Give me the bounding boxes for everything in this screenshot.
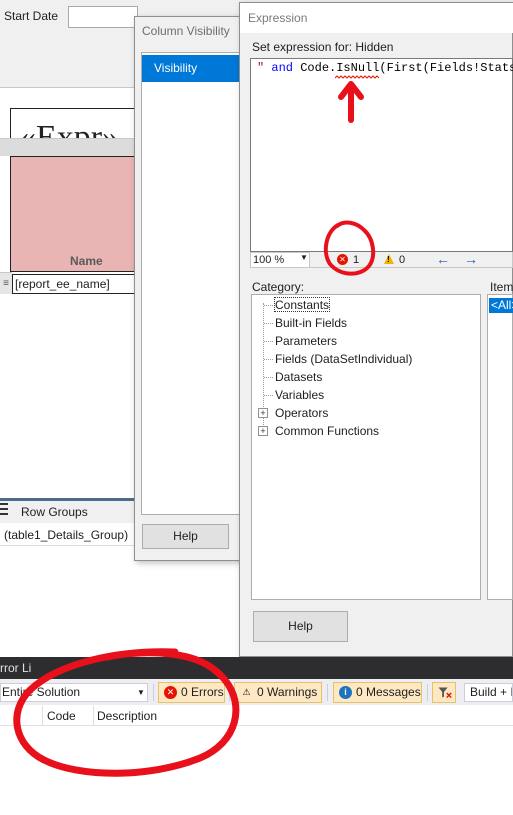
expression-code-line: " and Code.IsNull(First(Fields!StatsU bbox=[257, 61, 513, 75]
column-divider[interactable] bbox=[42, 706, 43, 726]
code-keyword-token: and bbox=[271, 61, 294, 75]
items-list bbox=[487, 294, 513, 600]
toolbar-divider bbox=[229, 684, 230, 701]
header-cell-label: Name bbox=[70, 254, 103, 268]
row-groups-icon bbox=[0, 503, 8, 515]
item-label: Item bbox=[490, 280, 513, 294]
category-variables[interactable]: Variables bbox=[275, 388, 324, 402]
tree-branch bbox=[264, 359, 273, 360]
category-operators[interactable]: Operators bbox=[275, 406, 328, 420]
category-label: Category: bbox=[252, 280, 305, 294]
item-all[interactable]: <All> bbox=[489, 298, 513, 313]
tablix-column-handles[interactable] bbox=[0, 138, 140, 156]
chevron-down-icon[interactable]: ▼ bbox=[300, 253, 308, 262]
warning-icon: ⚠ bbox=[242, 687, 251, 697]
next-issue-arrow-icon[interactable]: → bbox=[464, 251, 478, 267]
row-group-item[interactable]: (table1_Details_Group) bbox=[0, 524, 140, 546]
error-squiggle bbox=[335, 75, 379, 79]
tree-branch bbox=[264, 377, 273, 378]
expression-dialog-title: Expression bbox=[248, 11, 308, 25]
warnings-filter-label: 0 Warnings bbox=[257, 685, 318, 699]
column-visibility-help-button[interactable]: Help bbox=[142, 524, 229, 549]
category-common-functions[interactable]: Common Functions bbox=[275, 424, 379, 438]
start-date-input[interactable] bbox=[68, 6, 138, 28]
page-item-visibility[interactable]: Visibility bbox=[142, 55, 240, 82]
messages-filter-label: 0 Messages bbox=[356, 685, 421, 699]
tree-branch bbox=[264, 395, 273, 396]
start-date-label: Start Date bbox=[4, 9, 59, 23]
error-icon[interactable]: ✕ bbox=[337, 254, 348, 265]
column-header-code[interactable]: Code bbox=[47, 709, 76, 723]
code-string-token: " bbox=[257, 61, 272, 75]
errors-filter-button[interactable]: ✕ 0 Errors bbox=[158, 682, 225, 703]
info-icon: i bbox=[339, 686, 352, 699]
error-list-column-header bbox=[0, 706, 513, 726]
category-datasets[interactable]: Datasets bbox=[275, 370, 322, 384]
toolbar-divider bbox=[153, 684, 154, 701]
previous-issue-arrow-icon[interactable]: ← bbox=[436, 251, 450, 267]
row-groups-label: Row Groups bbox=[21, 505, 88, 519]
messages-filter-button[interactable]: i 0 Messages bbox=[333, 682, 422, 703]
category-fields[interactable]: Fields (DataSetIndividual) bbox=[275, 352, 412, 366]
expression-help-button[interactable]: Help bbox=[253, 611, 348, 642]
warning-icon-mark: ! bbox=[387, 255, 390, 264]
build-source-select[interactable]: Build + I bbox=[464, 683, 513, 702]
row-handle[interactable]: ≡ bbox=[0, 272, 12, 294]
toolbar-divider bbox=[427, 684, 428, 701]
column-visibility-page-list bbox=[141, 52, 241, 515]
errors-filter-label: 0 Errors bbox=[181, 685, 224, 699]
column-divider[interactable] bbox=[93, 706, 94, 726]
expand-plus-icon[interactable]: + bbox=[258, 426, 268, 436]
category-built-in-fields[interactable]: Built-in Fields bbox=[275, 316, 347, 330]
error-icon: ✕ bbox=[164, 686, 177, 699]
scope-select[interactable]: Entire Solution bbox=[0, 683, 148, 702]
expression-editor[interactable] bbox=[250, 58, 513, 252]
warnings-filter-button[interactable]: ⚠ 0 Warnings bbox=[234, 682, 322, 703]
expand-plus-icon[interactable]: + bbox=[258, 408, 268, 418]
tree-branch bbox=[264, 305, 273, 306]
warning-count: 0 bbox=[399, 254, 406, 266]
chevron-down-icon[interactable]: ▼ bbox=[137, 688, 145, 697]
toolbar-divider bbox=[327, 684, 328, 701]
code-text-token: Code.IsNull(First(Fields!StatsU bbox=[293, 61, 513, 75]
category-constants[interactable]: Constants bbox=[275, 298, 329, 312]
column-header-description[interactable]: Description bbox=[97, 709, 157, 723]
category-parameters[interactable]: Parameters bbox=[275, 334, 337, 348]
column-visibility-title: Column Visibility bbox=[142, 24, 230, 38]
detail-cell[interactable]: [report_ee_name] bbox=[12, 274, 140, 294]
set-expression-label: Set expression for: Hidden bbox=[252, 40, 394, 54]
error-list-titlebar bbox=[0, 657, 513, 679]
clear-filter-icon[interactable] bbox=[432, 682, 456, 703]
tree-branch bbox=[264, 341, 273, 342]
tree-branch bbox=[264, 323, 273, 324]
error-list-title: rror Li bbox=[0, 661, 32, 675]
error-count: 1 bbox=[353, 254, 360, 266]
